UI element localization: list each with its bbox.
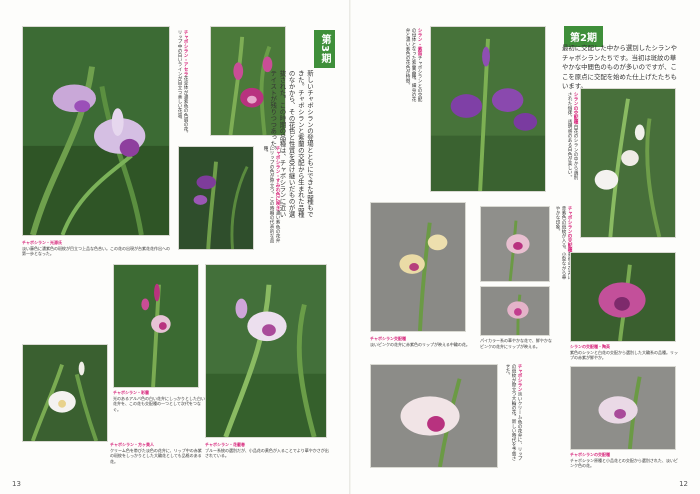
period-3-label: 第3期: [314, 30, 335, 68]
caption-1-text: 淡い藤色に濃紫色の斑紋が目立つ上品な色合い。この花の出現が台紫花花作出への第一歩…: [22, 245, 170, 257]
caption-11: パイカラー系の華やかな花で、鮮やかなピンクの花弁にリップが映える。: [480, 338, 554, 349]
photo-orchid-purple-large: [430, 26, 546, 192]
caption-14-text: チャボシラン原種と小品花との交配から選別された、淡いピンク色の花。: [570, 457, 678, 469]
caption-7-title: シラン・紫笛: [417, 28, 422, 56]
photo-orchid-magenta-right: [570, 252, 676, 342]
orchid-pink-buds-illustration: [114, 265, 198, 387]
caption-6: チャボシラン・花載巻 ブルー系統の選別だが、小品花の黄色が入ることでより華やかさ…: [205, 442, 330, 459]
orchid-magenta-right-illustration: [571, 253, 675, 341]
orchid-purple-illustration: [179, 147, 253, 249]
orchid-lilac-illustration: [23, 27, 169, 235]
caption-9-title: チャボシランの交配種: [567, 206, 572, 252]
caption-10-text: 淡いピンクの花弁に赤紫色のリップが映える中輪の花。: [370, 341, 470, 347]
orchid-pink-1-illustration: [481, 207, 549, 281]
photo-orchid-pale-large: [205, 264, 327, 438]
caption-5: チャボシラン・方ヶ美人 クリーム色を帯びた淡色の花弁に、リップ中の赤紫の斑紋をし…: [110, 442, 202, 464]
photo-orchid-pink-gray-1: [480, 206, 550, 282]
orchid-white-illustration: [23, 345, 107, 441]
caption-1: チャボシラン・光源氏 淡い藤色に濃紫色の斑紋が目立つ上品な色合い。この花の出現が…: [22, 240, 172, 257]
caption-7: シラン・紫笛チャボシランとの交配の母体となった紫蘭品種。細身の花弁と濃い紫色の花…: [404, 28, 422, 104]
caption-4: チャボシラン・彩雲 光のあるアルバ色の白い花弁にしっかりとした白い花弁を、この花…: [113, 390, 205, 412]
orchid-pale-illustration: [206, 265, 326, 437]
caption-11-text: パイカラー系の華やかな花で、鮮やかなピンクの花弁にリップが映える。: [480, 338, 552, 349]
caption-12-title: チャボシラン: [517, 364, 522, 392]
photo-orchid-yellow-gray: [370, 202, 466, 332]
caption-4-text: 光のあるアルバ色の白い花弁にしっかりとした白い花弁を、この花も交配種の一つとして…: [113, 395, 205, 412]
caption-2-title: チャボシラン・アセラ: [183, 30, 188, 76]
caption-8: シランの交配種白花のシランの中から選別された個体。透明感のある白色が美しい。: [566, 92, 578, 180]
orchid-yellow-illustration: [371, 203, 465, 331]
caption-3: チャボシラン・すみれ色に咲き濃い紫色の花弁にリップの色が際立つ。この時期の代表的…: [262, 146, 280, 246]
photo-orchid-white: [22, 344, 108, 442]
caption-13: シランの交配種・陶英 紫色のシランと白花の交配から選別した大輪系の品種。リップの…: [570, 344, 680, 361]
photo-orchid-cream-large: [370, 364, 498, 468]
orchid-pale-right-illustration: [571, 367, 675, 449]
page-gutter: [349, 0, 351, 494]
caption-2: チャボシラン・アセラ花全体が濃紫色の色調の花。リップ中の白いラインが目立つ美しい…: [176, 30, 188, 140]
magazine-spread: チャボシラン・光源氏 淡い藤色に濃紫色の斑紋が目立つ上品な色合い。この花の出現が…: [0, 0, 700, 494]
photo-orchid-pink-gray-2: [480, 286, 550, 336]
orchid-cream-illustration: [371, 365, 497, 467]
orchid-white-right-illustration: [581, 89, 675, 237]
photo-orchid-pink-buds: [113, 264, 199, 388]
orchid-pink-2-illustration: [481, 287, 549, 335]
left-page-number: 13: [12, 480, 21, 488]
orchid-purple-large-illustration: [431, 27, 545, 191]
caption-6-text: ブルー系統の選別だが、小品花の黄色が入ることでより華やかさが出されている。: [205, 447, 329, 459]
photo-orchid-white-right: [580, 88, 676, 238]
caption-12: チャボシラン淡いクリーム色の花弁に、リップの斑紋が際立つ大輪の花。新しい時代を予…: [504, 364, 522, 464]
right-page-number: 12: [679, 480, 688, 488]
period-2-intro: 最初に交配した中から選別したシランやチャボシランたちです。当初は斑紋の華やかな中…: [562, 44, 678, 90]
caption-3-title: チャボシラン・すみれ色に咲き: [275, 146, 280, 211]
caption-14: チャボシランの交配種 チャボシラン原種と小品花との交配から選別された、淡いピンク…: [570, 452, 680, 469]
caption-10: チャボシラン交配種 淡いピンクの花弁に赤紫色のリップが映える中輪の花。: [370, 336, 470, 347]
caption-8-title: シランの交配種: [573, 92, 578, 125]
photo-orchid-purple-small: [178, 146, 254, 250]
photo-orchid-pale-right: [570, 366, 676, 450]
caption-13-text: 紫色のシランと白花の交配から選別した大輪系の品種。リップの赤紫が鮮やか。: [570, 349, 678, 361]
photo-orchid-lilac-large: [22, 26, 170, 236]
caption-5-text: クリーム色を帯びた淡色の花弁に、リップ中の赤紫の斑紋をしっかりとした大輪花として…: [110, 447, 202, 464]
